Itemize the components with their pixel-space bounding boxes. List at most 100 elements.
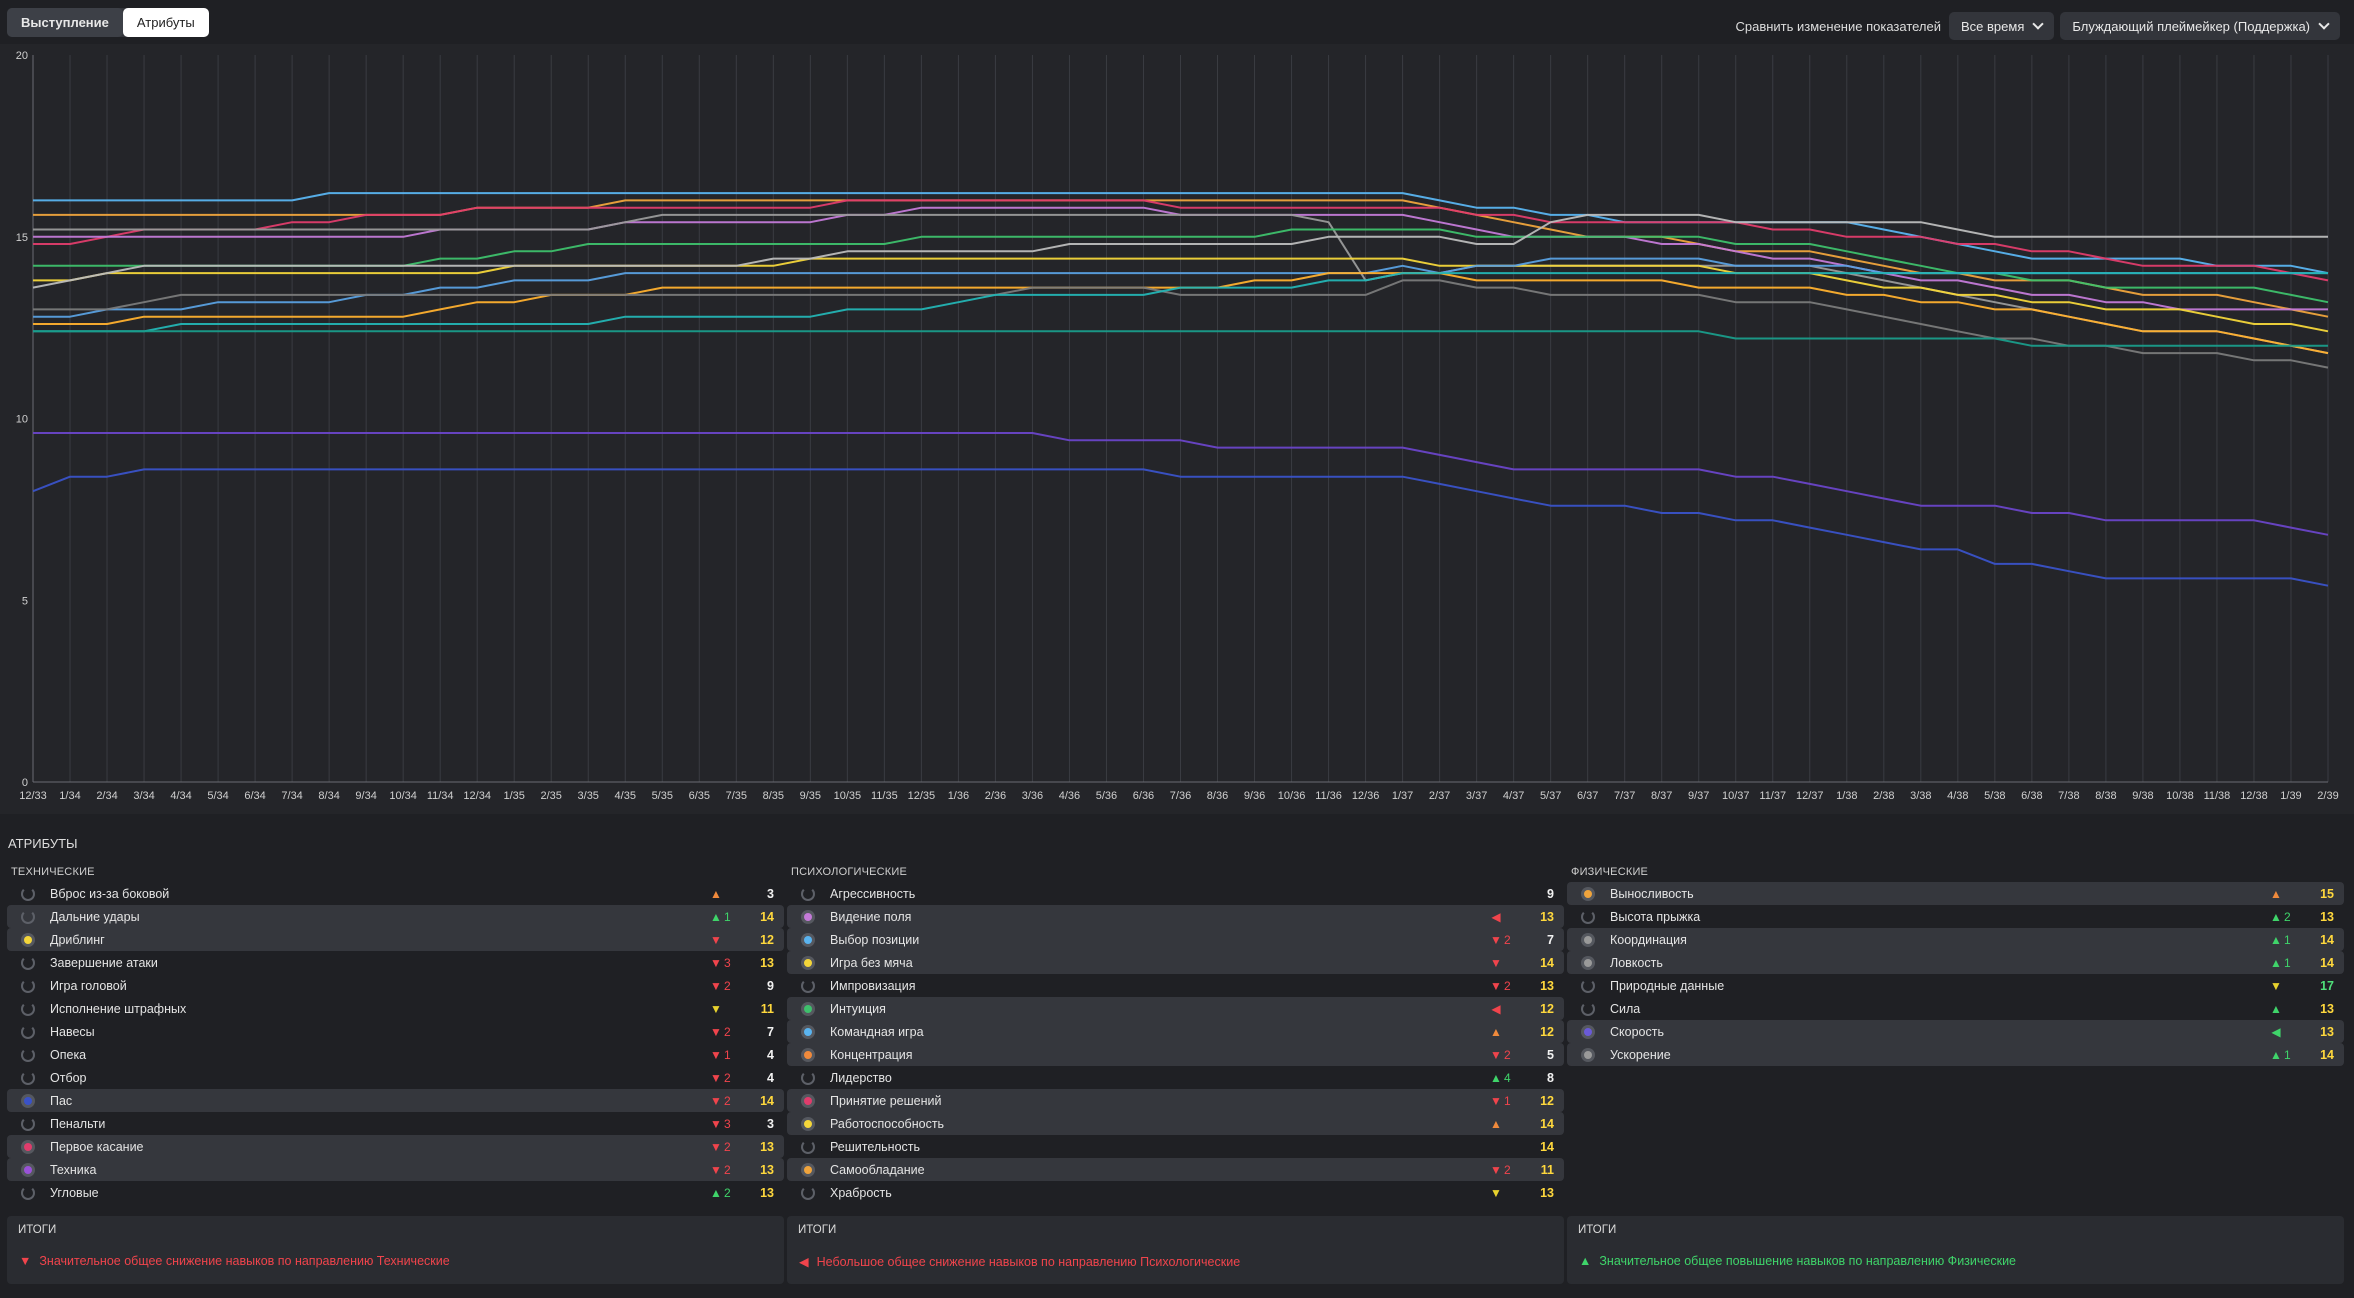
attribute-row[interactable]: Скорость ◀ 13 [1567,1020,2344,1043]
attribute-name: Лидерство [830,1070,892,1085]
attribute-change: 1 [2284,932,2291,947]
attribute-toggle-icon[interactable] [1581,978,1595,993]
attribute-row[interactable]: Игра головой ▼ 2 9 [7,974,784,997]
attribute-row[interactable]: Видение поля ◀ 13 [787,905,1564,928]
attribute-toggle-icon[interactable] [21,1139,35,1154]
attribute-row[interactable]: Техника ▼ 2 13 [7,1158,784,1181]
trend-arrow-icon: ▼ [710,1116,722,1131]
attribute-toggle-icon[interactable] [801,1047,815,1062]
attribute-toggle-icon[interactable] [801,1139,815,1154]
summary-panel: ИТОГИ ▼ Значительное общее снижение навыко… [7,1216,784,1284]
attribute-row[interactable]: Вброс из-за боковой ▲ 3 [7,882,784,905]
attribute-toggle-icon[interactable] [21,1070,35,1085]
attribute-toggle-icon[interactable] [801,955,815,970]
attribute-toggle-icon[interactable] [1581,886,1595,901]
attribute-row[interactable]: Ловкость ▲ 1 14 [1567,951,2344,974]
x-tick-label: 9/36 [1244,790,1265,802]
attribute-name: Игра головой [50,978,127,993]
x-tick-label: 4/36 [1059,790,1080,802]
attribute-row[interactable]: Пенальти ▼ 3 3 [7,1112,784,1135]
attribute-toggle-icon[interactable] [21,955,35,970]
x-tick-label: 2/36 [985,790,1006,802]
attribute-row[interactable]: Командная игра ▲ 12 [787,1020,1564,1043]
attribute-toggle-icon[interactable] [801,932,815,947]
attribute-toggle-icon[interactable] [801,1185,815,1200]
attribute-row[interactable]: Дальние удары ▲ 1 14 [7,905,784,928]
x-tick-label: 12/33 [19,790,47,802]
attribute-row[interactable]: Опека ▼ 1 4 [7,1043,784,1066]
attribute-row[interactable]: Работоспособность ▲ 14 [787,1112,1564,1135]
attribute-row[interactable]: Ускорение ▲ 1 14 [1567,1043,2344,1066]
x-tick-label: 3/36 [1022,790,1043,802]
attribute-toggle-icon[interactable] [21,978,35,993]
attribute-toggle-icon[interactable] [801,1093,815,1108]
attribute-toggle-icon[interactable] [801,886,815,901]
attribute-toggle-icon[interactable] [21,1162,35,1177]
attribute-toggle-icon[interactable] [21,1001,35,1016]
attribute-toggle-icon[interactable] [801,978,815,993]
attribute-toggle-icon[interactable] [21,1047,35,1062]
attribute-toggle-icon[interactable] [801,1001,815,1016]
attribute-toggle-icon[interactable] [1581,1024,1595,1039]
attribute-row[interactable]: Отбор ▼ 2 4 [7,1066,784,1089]
x-tick-label: 1/36 [948,790,969,802]
attribute-row[interactable]: Дриблинг ▼ 12 [7,928,784,951]
attribute-value: 13 [760,1162,774,1177]
attribute-row[interactable]: Природные данные ▼ 17 [1567,974,2344,997]
attribute-toggle-icon[interactable] [801,1070,815,1085]
attribute-name: Командная игра [830,1024,924,1039]
attribute-row[interactable]: Высота прыжка ▲ 2 13 [1567,905,2344,928]
attribute-row[interactable]: Самообладание ▼ 2 11 [787,1158,1564,1181]
attribute-row[interactable]: Координация ▲ 1 14 [1567,928,2344,951]
y-tick-label: 15 [16,232,28,244]
attribute-toggle-icon[interactable] [21,909,35,924]
attribute-value: 13 [1540,978,1554,993]
attribute-row[interactable]: Исполнение штрафных ▼ 11 [7,997,784,1020]
attribute-row[interactable]: Агрессивность 9 [787,882,1564,905]
attribute-value: 8 [1547,1070,1554,1085]
attribute-row[interactable]: Интуиция ◀ 12 [787,997,1564,1020]
attribute-row[interactable]: Выбор позиции ▼ 2 7 [787,928,1564,951]
attribute-toggle-icon[interactable] [21,1024,35,1039]
attribute-toggle-icon[interactable] [801,1162,815,1177]
trend-arrow-icon: ◀ [1491,1001,1501,1016]
trend-arrow-icon: ◀ [2271,1024,2281,1039]
attribute-row[interactable]: Завершение атаки ▼ 3 13 [7,951,784,974]
y-tick-label: 5 [22,595,28,607]
attribute-row[interactable]: Лидерство ▲ 4 8 [787,1066,1564,1089]
attribute-toggle-icon[interactable] [801,1116,815,1131]
attribute-toggle-icon[interactable] [21,1093,35,1108]
attribute-row[interactable]: Выносливость ▲ 15 [1567,882,2344,905]
attribute-row[interactable]: Навесы ▼ 2 7 [7,1020,784,1043]
attribute-row[interactable]: Концентрация ▼ 2 5 [787,1043,1564,1066]
role-dropdown[interactable]: Блуждающий плеймейкер (Поддержка) [2060,12,2340,40]
attribute-row[interactable]: Сила ▲ 13 [1567,997,2344,1020]
attribute-row[interactable]: Решительность 14 [787,1135,1564,1158]
attribute-row[interactable]: Игра без мяча ▼ 14 [787,951,1564,974]
attribute-row[interactable]: Храбрость ▼ 13 [787,1181,1564,1204]
period-dropdown[interactable]: Все время [1949,12,2055,40]
attribute-row[interactable]: Принятие решений ▼ 1 12 [787,1089,1564,1112]
attribute-change: 4 [1504,1070,1511,1085]
attribute-toggle-icon[interactable] [1581,1001,1595,1016]
attribute-toggle-icon[interactable] [801,1024,815,1039]
attribute-value: 14 [2320,932,2334,947]
summary-text: ▼ Значительное общее снижение навыков по … [19,1254,450,1268]
attribute-row[interactable]: Первое касание ▼ 2 13 [7,1135,784,1158]
attribute-toggle-icon[interactable] [21,886,35,901]
attribute-row[interactable]: Угловые ▲ 2 13 [7,1181,784,1204]
attribute-toggle-icon[interactable] [1581,909,1595,924]
attribute-toggle-icon[interactable] [21,1116,35,1131]
attribute-toggle-icon[interactable] [1581,1047,1595,1062]
tab-performance[interactable]: Выступление [7,8,123,37]
attribute-name: Пенальти [50,1116,106,1131]
attribute-toggle-icon[interactable] [1581,955,1595,970]
attribute-row[interactable]: Импровизация ▼ 2 13 [787,974,1564,997]
attribute-value: 13 [2320,1024,2334,1039]
attribute-row[interactable]: Пас ▼ 2 14 [7,1089,784,1112]
attribute-toggle-icon[interactable] [21,1185,35,1200]
attribute-toggle-icon[interactable] [801,909,815,924]
tab-attributes[interactable]: Атрибуты [122,8,209,37]
attribute-toggle-icon[interactable] [1581,932,1595,947]
attribute-toggle-icon[interactable] [21,932,35,947]
